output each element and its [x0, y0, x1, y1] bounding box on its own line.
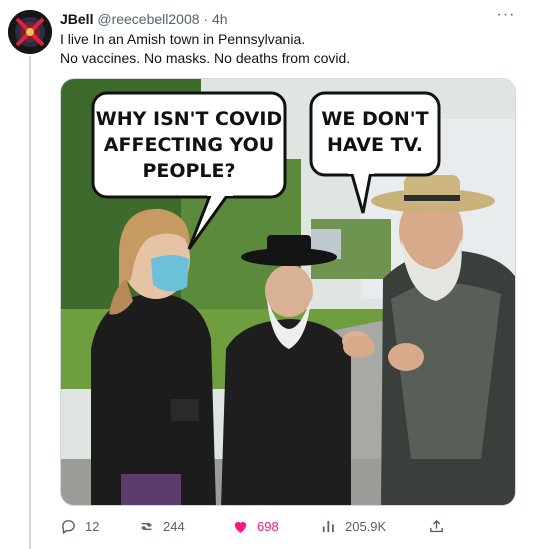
like-count: 698 [257, 518, 279, 534]
retweet-button[interactable]: 244 [138, 516, 185, 536]
retweet-icon [141, 522, 152, 530]
more-icon[interactable]: ··· [496, 7, 516, 28]
bubble-left-line: WHY ISN'T COVID [96, 108, 282, 130]
tweet-header: JBell @reecebell2008 · 4h [60, 10, 228, 28]
reply-count: 12 [85, 518, 100, 534]
meme-image: WHY ISN'T COVID AFFECTING YOU PEOPLE? WE… [61, 79, 515, 505]
user-handle[interactable]: @reecebell2008 [97, 11, 199, 27]
tweet[interactable]: JBell @reecebell2008 · 4h ··· I live In … [0, 0, 534, 549]
tweet-text-line: I live In an Amish town in Pennsylvania. [60, 31, 306, 47]
action-bar: 12 244 698 205.9K [60, 516, 516, 536]
display-name[interactable]: JBell [60, 11, 93, 27]
retweet-count: 244 [163, 518, 185, 534]
share-icon [430, 519, 443, 532]
avatar[interactable] [8, 10, 52, 54]
like-button[interactable]: 698 [232, 516, 279, 536]
views-icon [322, 520, 334, 532]
tweet-text-line: No vaccines. No masks. No deaths from co… [60, 50, 351, 66]
bubble-left-line: PEOPLE? [142, 160, 235, 182]
tweet-text: I live In an Amish town in Pennsylvania.… [60, 30, 500, 68]
tweet-media[interactable]: WHY ISN'T COVID AFFECTING YOU PEOPLE? WE… [60, 78, 516, 506]
thread-line [29, 56, 31, 549]
avatar-image [8, 10, 52, 54]
timestamp[interactable]: 4h [212, 11, 228, 27]
reply-button[interactable]: 12 [60, 516, 99, 536]
bubble-right-line: HAVE TV. [327, 134, 423, 156]
share-button[interactable] [428, 516, 453, 536]
heart-icon [234, 521, 247, 533]
views-button[interactable]: 205.9K [320, 516, 386, 536]
views-count: 205.9K [345, 518, 387, 534]
separator-dot: · [203, 11, 209, 27]
reply-icon [62, 519, 75, 534]
bubble-left-line: AFFECTING YOU [104, 134, 274, 156]
bubble-right-line: WE DON'T [321, 108, 428, 130]
